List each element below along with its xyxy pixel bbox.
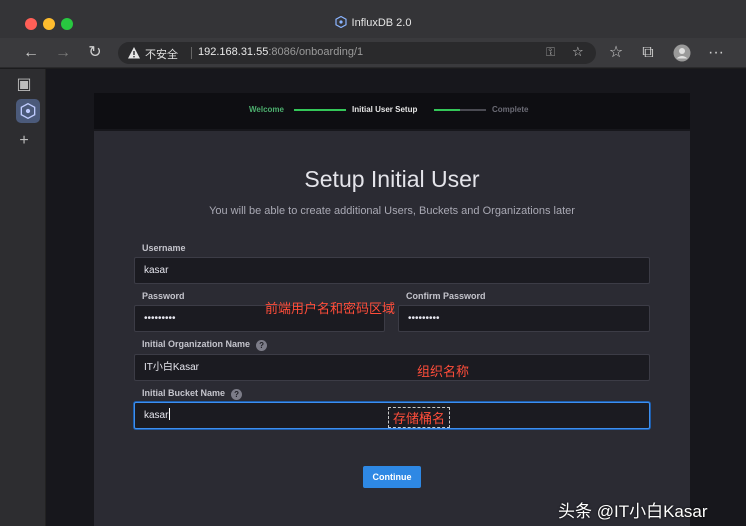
- url-path: :8086/onboarding/1: [268, 46, 364, 58]
- watermark: 头条 @IT小白Kasar: [558, 502, 708, 521]
- onboarding-stepper: Welcome Initial User Setup Complete: [94, 93, 690, 129]
- step-connector-2-progress: [434, 109, 460, 111]
- influxdb-tab-icon[interactable]: [18, 101, 38, 121]
- org-name-label: Initial Organization Name?: [142, 339, 268, 351]
- step-connector-2-remaining: [460, 109, 486, 111]
- confirm-password-field[interactable]: •••••••••: [398, 305, 650, 332]
- annotation-credentials: 前端用户名和密码区域: [265, 301, 396, 316]
- bucket-name-value: kasar: [144, 410, 169, 421]
- collections-icon[interactable]: ⧉: [638, 43, 658, 63]
- tab-list-icon[interactable]: ▣: [14, 75, 34, 95]
- url-text[interactable]: 192.168.31.55:8086/onboarding/1: [198, 46, 363, 58]
- confirm-password-label: Confirm Password: [406, 291, 486, 301]
- password-label: Password: [142, 291, 185, 301]
- annotation-bucket: 存储桶名: [388, 407, 451, 428]
- step-connector-1: [294, 109, 346, 111]
- influxdb-logo-icon: [334, 16, 347, 28]
- page-content: Welcome Initial User Setup Complete Setu…: [46, 69, 746, 526]
- username-field[interactable]: kasar: [134, 257, 650, 284]
- annotation-organization: 组织名称: [417, 364, 470, 379]
- warning-icon: [128, 47, 140, 59]
- favorites-icon[interactable]: ☆: [606, 43, 626, 63]
- step-initial-user-setup: Initial User Setup: [352, 105, 418, 114]
- browser-toolbar: ← → ↻ 不安全 192.168.31.55:8086/onboarding/…: [0, 38, 746, 68]
- continue-button[interactable]: Continue: [363, 466, 421, 488]
- text-caret: [169, 408, 171, 420]
- org-help-icon[interactable]: ?: [256, 340, 268, 351]
- more-options-icon[interactable]: ···: [706, 43, 726, 63]
- bucket-name-label: Initial Bucket Name?: [142, 388, 243, 400]
- step-complete: Complete: [492, 105, 529, 114]
- address-separator: [191, 47, 192, 59]
- page-subtitle: You will be able to create additional Us…: [209, 205, 575, 217]
- insecure-label: 不安全: [145, 49, 178, 61]
- window-title: InfluxDB 2.0: [351, 17, 412, 29]
- bucket-help-icon[interactable]: ?: [231, 389, 243, 400]
- back-icon[interactable]: ←: [21, 43, 41, 63]
- new-tab-icon[interactable]: +: [14, 131, 34, 151]
- password-key-icon[interactable]: ⚿: [546, 45, 555, 60]
- url-host: 192.168.31.55: [198, 46, 269, 58]
- page-title: Setup Initial User: [304, 166, 480, 192]
- address-bar[interactable]: 不安全 192.168.31.55:8086/onboarding/1 ⚿ ☆: [118, 42, 596, 64]
- org-name-field[interactable]: IT小白Kasar: [134, 354, 650, 381]
- browser-sidebar: ▣ +: [0, 69, 46, 526]
- step-welcome: Welcome: [249, 105, 284, 114]
- reload-icon[interactable]: ↻: [85, 43, 105, 63]
- tab-title: InfluxDB 2.0: [0, 16, 746, 29]
- add-favorite-icon[interactable]: ☆: [572, 44, 584, 60]
- window-titlebar: InfluxDB 2.0: [0, 0, 746, 38]
- profile-avatar-icon[interactable]: [672, 43, 692, 63]
- bucket-name-label-text: Initial Bucket Name: [142, 388, 226, 398]
- org-name-label-text: Initial Organization Name: [142, 339, 251, 349]
- forward-icon[interactable]: →: [53, 43, 73, 63]
- username-label: Username: [142, 243, 186, 253]
- setup-card: Setup Initial User You will be able to c…: [94, 131, 690, 526]
